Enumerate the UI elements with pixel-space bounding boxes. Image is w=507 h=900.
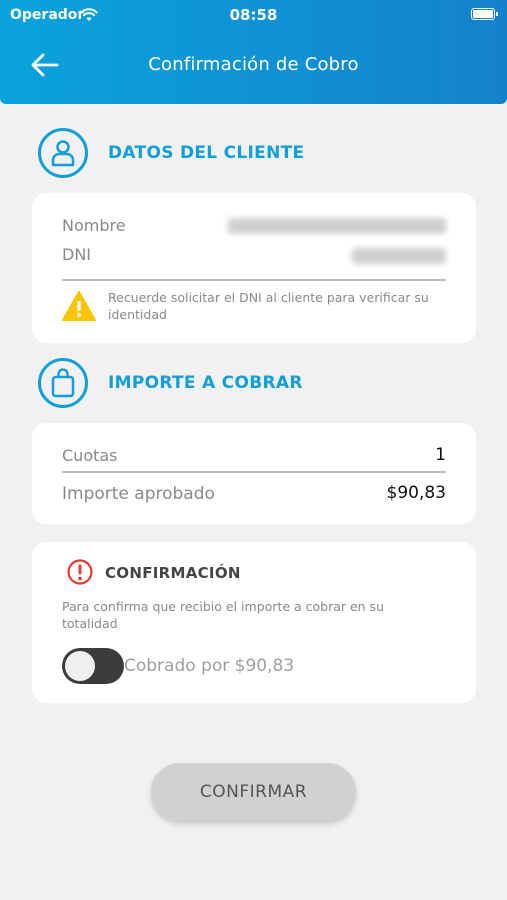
client-card: Nombre DNI Recuerde solicitar el DNI al … (32, 193, 476, 343)
user-icon (38, 128, 88, 178)
section-title: DATOS DEL CLIENTE (108, 143, 305, 163)
client-section-header: DATOS DEL CLIENTE (38, 128, 304, 178)
warning-icon (62, 291, 96, 321)
cobrado-toggle-label: Cobrado por $90,83 (124, 656, 295, 676)
app-header: Operador 08:58 Confirmación de Cobro (0, 0, 507, 104)
section-title: IMPORTE A COBRAR (108, 373, 303, 393)
divider (62, 279, 446, 281)
cuotas-label: Cuotas (62, 446, 118, 465)
battery-icon (471, 8, 498, 20)
dni-warning-text: Recuerde solicitar el DNI al cliente par… (108, 290, 429, 322)
status-bar: Operador 08:58 (0, 5, 507, 25)
shopping-bag-icon (38, 358, 88, 408)
confirmation-description: Para confirma que recibio el importe a c… (62, 599, 384, 631)
page-title: Confirmación de Cobro (148, 54, 359, 75)
confirmation-card: CONFIRMACIÓN Para confirma que recibio e… (32, 542, 476, 703)
confirm-button[interactable]: CONFIRMAR (151, 763, 356, 821)
toggle-knob (65, 651, 95, 681)
divider (62, 471, 446, 473)
nombre-value-redacted (228, 218, 446, 234)
alert-icon (67, 559, 93, 585)
amount-section-header: IMPORTE A COBRAR (38, 358, 303, 408)
clock: 08:58 (229, 6, 278, 24)
confirmation-title: CONFIRMACIÓN (105, 564, 241, 582)
dni-value-redacted (352, 248, 446, 264)
importe-aprobado-value: $90,83 (386, 483, 446, 503)
cuotas-value: 1 (435, 445, 446, 465)
cobrado-toggle[interactable] (62, 648, 124, 684)
amount-card: Cuotas 1 Importe aprobado $90,83 (32, 423, 476, 524)
